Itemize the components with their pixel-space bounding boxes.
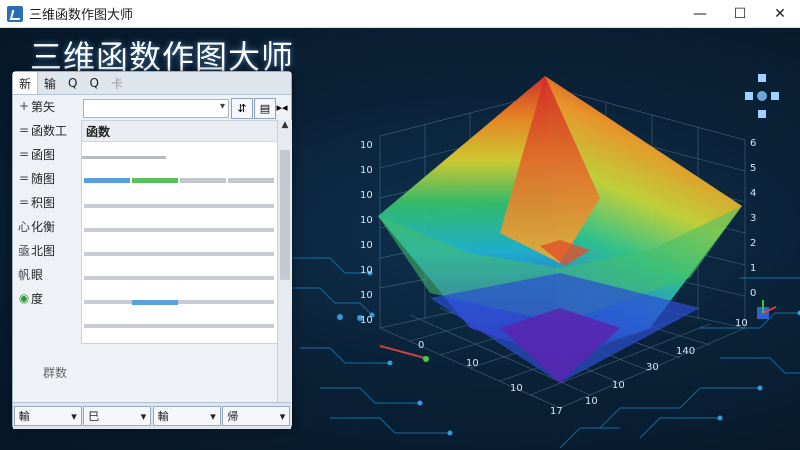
function-list: + 第矢 = 函数工 = 函图 = 随图 = 积图 心化衡 亟北图 帆眼 ◉ 度: [17, 94, 83, 310]
side-item-4[interactable]: = 随图: [17, 166, 83, 190]
left-tick: 10: [360, 140, 373, 151]
parameter-label: 群数: [43, 366, 68, 380]
left-tick: 10: [360, 190, 373, 201]
chevron-down-icon: ▾: [140, 409, 147, 423]
arrows-icon: ▸◂: [276, 101, 288, 114]
bottom-right-tick: 10: [612, 380, 625, 391]
axis-orientation-icon[interactable]: [757, 300, 777, 319]
surface-plot[interactable]: [378, 76, 742, 383]
window-title: 三维函数作图大师: [29, 8, 134, 23]
right-tick: 1: [750, 263, 757, 274]
table-grid: [82, 156, 274, 328]
right-tick: 6: [750, 138, 757, 149]
right-tick: 2: [750, 238, 757, 249]
save-button[interactable]: ▤: [254, 98, 276, 119]
left-tick: 10: [360, 240, 373, 251]
scrollbar-thumb[interactable]: [280, 150, 290, 280]
side-item-6[interactable]: 心化衡: [17, 214, 83, 238]
chevron-down-icon: ▾: [210, 409, 216, 423]
left-tick: 10: [360, 265, 373, 276]
panel-scrollbar[interactable]: ▲ ▼: [277, 120, 292, 425]
left-tick: 10: [360, 315, 373, 326]
bottom-right-tick: 10: [735, 318, 748, 329]
navigation-gizmo-icon[interactable]: [745, 74, 779, 118]
title-bar: 三维函数作图大师 — ☐ ✕: [0, 0, 800, 28]
right-tick: 4: [750, 188, 757, 199]
side-item-2[interactable]: = 函数工: [17, 118, 83, 142]
plot-workspace[interactable]: 三维函数作图大师 10 10 10 10 10 10 10 10 6 5 4 3…: [0, 28, 800, 450]
side-item-7[interactable]: 亟北图: [17, 238, 83, 262]
bottom-right-tick: 30: [646, 362, 659, 373]
chevron-down-icon: ▾: [279, 409, 286, 423]
scroll-up-icon[interactable]: ▲: [278, 120, 292, 134]
chevron-down-icon: ▾: [71, 409, 77, 423]
function-table[interactable]: 函数: [81, 120, 283, 344]
right-tick: 0: [750, 288, 757, 299]
left-tick: 10: [360, 165, 373, 176]
panel-tab-bar: 新 输 Q Q 卡: [13, 72, 291, 95]
side-item-9[interactable]: ◉ 度: [17, 286, 83, 310]
function-select[interactable]: ▾: [83, 99, 229, 118]
side-item-5[interactable]: = 积图: [17, 190, 83, 214]
bottom-right-tick: 10: [585, 396, 598, 407]
side-item-1[interactable]: + 第矢: [17, 94, 83, 118]
bottom-right-tick: 140: [676, 346, 696, 357]
app-icon: [7, 5, 23, 22]
right-tick: 3: [750, 213, 757, 224]
zoom-in-icon[interactable]: Q: [62, 72, 83, 94]
minimize-button[interactable]: —: [680, 0, 720, 27]
function-panel: 新 输 Q Q 卡 + 第矢 = 函数工 = 函图 = 随图 = 积图 心化衡 亟北图 帆…: [12, 71, 292, 429]
tab-new[interactable]: 新: [13, 72, 39, 94]
filter-button[interactable]: ⇵: [231, 98, 253, 119]
save-icon: ▤: [259, 102, 271, 115]
footer-button-1[interactable]: 輸 ▾: [13, 406, 82, 426]
footer-button-4[interactable]: 帰 ▾: [222, 406, 291, 426]
origin-marker: [423, 356, 429, 362]
maximize-icon: ☐: [733, 5, 747, 22]
filter-icon: ⇵: [237, 102, 247, 115]
table-header: 函数: [82, 121, 282, 142]
expand-button[interactable]: ▸◂: [275, 98, 289, 117]
bottom-left-tick: 10: [466, 358, 479, 369]
footer-button-3[interactable]: 輸 ▾: [152, 406, 221, 426]
tab-input[interactable]: 输: [38, 72, 62, 94]
side-item-3[interactable]: = 函图: [17, 142, 83, 166]
zoom-out-icon[interactable]: Q: [83, 72, 104, 94]
maximize-button[interactable]: ☐: [720, 0, 760, 27]
left-tick: 10: [360, 290, 373, 301]
close-button[interactable]: ✕: [760, 0, 800, 27]
chevron-down-icon: ▾: [219, 101, 225, 112]
bottom-left-tick: 0: [418, 340, 425, 351]
bottom-left-tick: 17: [550, 406, 563, 417]
footer-button-2[interactable]: 巳 ▾: [83, 406, 152, 426]
window-controls: — ☐ ✕: [680, 0, 800, 27]
bottom-left-tick: 10: [510, 383, 523, 394]
close-icon: ✕: [774, 5, 786, 22]
left-tick: 10: [360, 215, 373, 226]
tab-card[interactable]: 卡: [105, 72, 129, 94]
panel-footer: 輸 ▾ 巳 ▾ 輸 ▾ 帰 ▾: [13, 402, 291, 429]
minimize-icon: —: [693, 5, 707, 22]
side-item-8[interactable]: 帆眼: [17, 262, 83, 286]
right-tick: 5: [750, 163, 757, 174]
